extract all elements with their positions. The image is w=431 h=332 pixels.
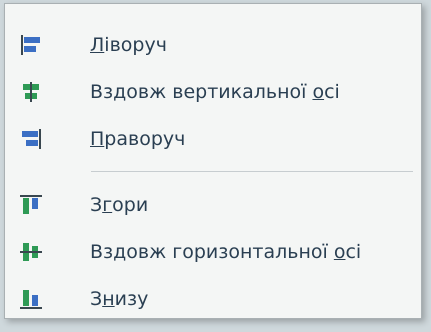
menu-item-align-bottom[interactable]: Знизу — [5, 280, 421, 318]
menu-item-align-middle-horizontal[interactable]: Вздовж горизонтальної осі — [5, 233, 421, 271]
menu-item-align-right[interactable]: Праворуч — [5, 120, 421, 158]
menu-item-align-top[interactable]: Згори — [5, 186, 421, 224]
menu-item-align-center-vertical[interactable]: Вздовж вертикальної осі — [5, 73, 421, 111]
align-left-icon — [19, 34, 43, 56]
menu-item-label: Вздовж вертикальної осі — [90, 81, 340, 103]
align-bottom-icon — [19, 288, 43, 310]
align-right-icon — [19, 128, 43, 150]
menu-item-label: Знизу — [90, 288, 149, 310]
menu-item-label: Ліворуч — [90, 34, 167, 56]
menu-item-label: Вздовж горизонтальної осі — [90, 241, 362, 263]
align-menu: Ліворуч Вздовж вертикальної осі Праворуч — [4, 3, 422, 319]
align-top-icon — [19, 194, 43, 216]
align-center-vertical-axis-icon — [19, 81, 43, 103]
align-middle-horizontal-axis-icon — [19, 241, 43, 263]
menu-item-align-left[interactable]: Ліворуч — [5, 26, 421, 64]
menu-item-label: Праворуч — [90, 128, 186, 150]
menu-separator — [91, 171, 413, 172]
menu-item-label: Згори — [90, 194, 149, 216]
